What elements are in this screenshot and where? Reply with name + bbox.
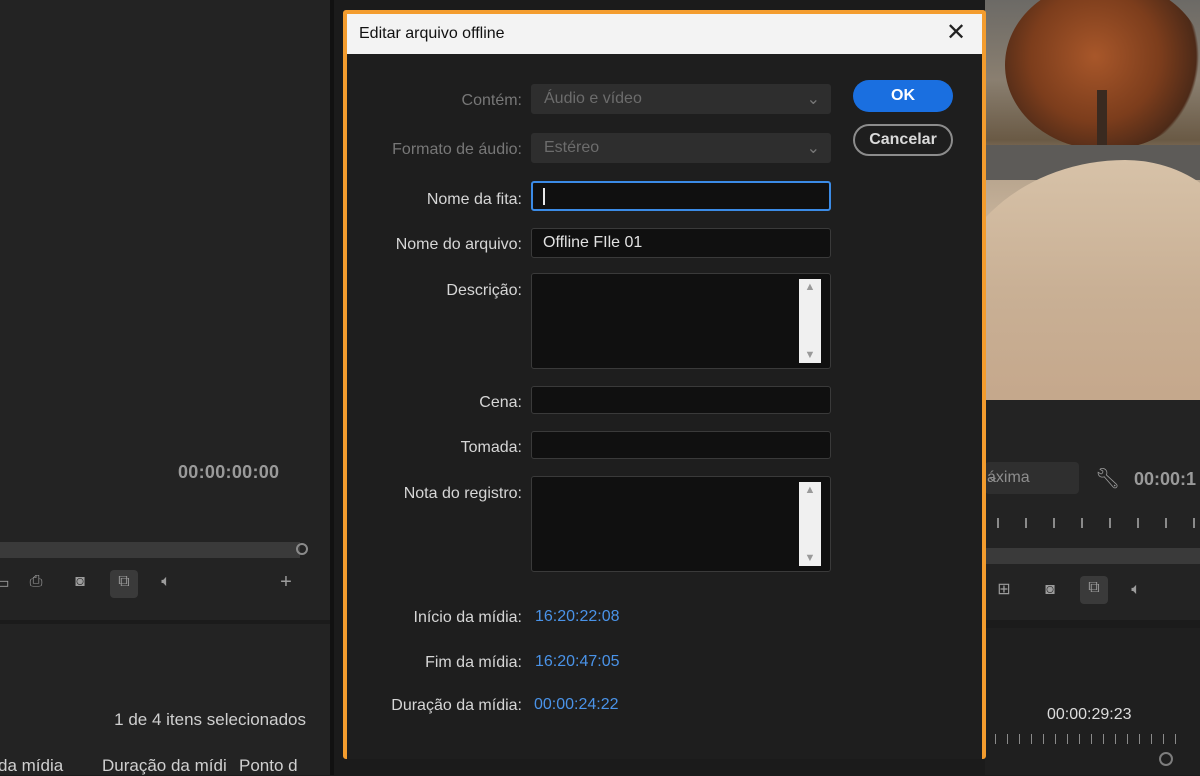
dialog-title: Editar arquivo offline	[359, 25, 505, 42]
scene-label: Cena:	[479, 394, 522, 411]
media-end-value[interactable]: 16:20:47:05	[535, 653, 620, 671]
scrub-handle[interactable]	[296, 543, 308, 555]
dialog-body: Contém: Áudio e vídeo ⌄ Formato de áudio…	[347, 54, 982, 759]
chevron-down-icon: ⌄	[987, 468, 999, 484]
playback-quality-dropdown[interactable]: áxima ⌄	[985, 462, 1079, 494]
contains-value: Áudio e vídeo	[544, 90, 642, 107]
speaker-icon[interactable]: 🔈︎	[152, 570, 180, 598]
tape-name-input[interactable]	[531, 181, 831, 211]
overlay-toggle-icon[interactable]: ⧉	[1080, 576, 1108, 604]
chevron-down-icon: ⌄	[806, 140, 820, 157]
tape-name-label: Nome da fita:	[426, 191, 522, 208]
source-scrub-bar[interactable]	[0, 542, 300, 558]
camera-icon[interactable]: ◙	[1036, 578, 1064, 606]
add-icon[interactable]: +	[272, 570, 300, 598]
source-timecode: 00:00:00:00	[178, 462, 280, 482]
insert-icon[interactable]: ▭	[0, 572, 16, 600]
contains-label: Contém:	[461, 92, 522, 109]
media-start-value[interactable]: 16:20:22:08	[535, 608, 620, 626]
timeline-timecode: 00:00:29:23	[1047, 706, 1132, 723]
audio-format-label: Formato de áudio:	[392, 141, 522, 158]
description-label: Descrição:	[446, 282, 522, 299]
media-start-label: Início da mídia:	[413, 609, 523, 626]
project-panel: 1 de 4 itens selecionados da mídia Duraç…	[0, 624, 330, 775]
take-label: Tomada:	[460, 439, 522, 456]
timeline-panel: 00:00:29:23	[985, 628, 1200, 775]
text-caret	[543, 188, 545, 205]
file-name-value: Offline FIle 01	[543, 234, 643, 251]
speaker-icon[interactable]: 🔈︎	[1122, 578, 1150, 606]
scroll-down-icon[interactable]: ▼	[799, 349, 821, 361]
panel-divider	[330, 0, 334, 775]
ok-button[interactable]: OK	[853, 80, 953, 112]
contains-dropdown[interactable]: Áudio e vídeo ⌄	[531, 84, 831, 114]
scroll-up-icon[interactable]: ▲	[799, 484, 821, 496]
media-duration-label: Duração da mídia:	[391, 697, 522, 714]
scroll-down-icon[interactable]: ▼	[799, 552, 821, 564]
lift-icon[interactable]: ⊞	[990, 578, 1018, 606]
audio-format-value: Estéreo	[544, 139, 600, 156]
take-input[interactable]	[531, 431, 831, 459]
program-scrub-bar[interactable]	[985, 548, 1200, 564]
media-end-label: Fim da mídia:	[425, 654, 522, 671]
monitor-ruler	[997, 518, 1200, 528]
cancel-button[interactable]: Cancelar	[853, 124, 953, 156]
selection-count: 1 de 4 itens selecionados	[114, 710, 306, 729]
column-header[interactable]: Duração da mídi	[102, 756, 227, 776]
scroll-up-icon[interactable]: ▲	[799, 281, 821, 293]
timeline-ruler	[995, 734, 1185, 744]
scene-input[interactable]	[531, 386, 831, 414]
overlay-toggle-icon[interactable]: ⧉	[110, 570, 138, 598]
log-note-textarea[interactable]: ▲ ▼	[531, 476, 831, 572]
edit-offline-file-dialog: Editar arquivo offline ✕ Contém: Áudio e…	[343, 10, 986, 759]
wrench-icon[interactable]: 🔧︎	[1095, 466, 1120, 491]
description-scrollbar[interactable]: ▲ ▼	[799, 279, 821, 363]
source-monitor-panel: 00:00:00:00 ▭ ⎙ ◙ ⧉ 🔈︎ +	[0, 0, 330, 620]
log-note-scrollbar[interactable]: ▲ ▼	[799, 482, 821, 566]
chevron-down-icon: ⌄	[806, 91, 820, 108]
dialog-titlebar: Editar arquivo offline ✕	[347, 14, 982, 54]
program-timecode: 00:00:1	[1134, 469, 1197, 489]
close-icon[interactable]: ✕	[942, 20, 970, 48]
column-header[interactable]: da mídia	[0, 756, 63, 776]
audio-format-dropdown[interactable]: Estéreo ⌄	[531, 133, 831, 163]
description-textarea[interactable]: ▲ ▼	[531, 273, 831, 369]
file-name-input[interactable]: Offline FIle 01	[531, 228, 831, 258]
timeline-handle[interactable]	[1159, 752, 1173, 766]
media-duration-value[interactable]: 00:00:24:22	[534, 696, 619, 714]
log-note-label: Nota do registro:	[403, 485, 522, 502]
export-frame-icon[interactable]: ⎙	[22, 570, 50, 598]
column-header[interactable]: Ponto d	[239, 756, 298, 776]
video-preview	[985, 0, 1200, 400]
camera-icon[interactable]: ◙	[66, 570, 94, 598]
file-name-label: Nome do arquivo:	[395, 236, 522, 253]
